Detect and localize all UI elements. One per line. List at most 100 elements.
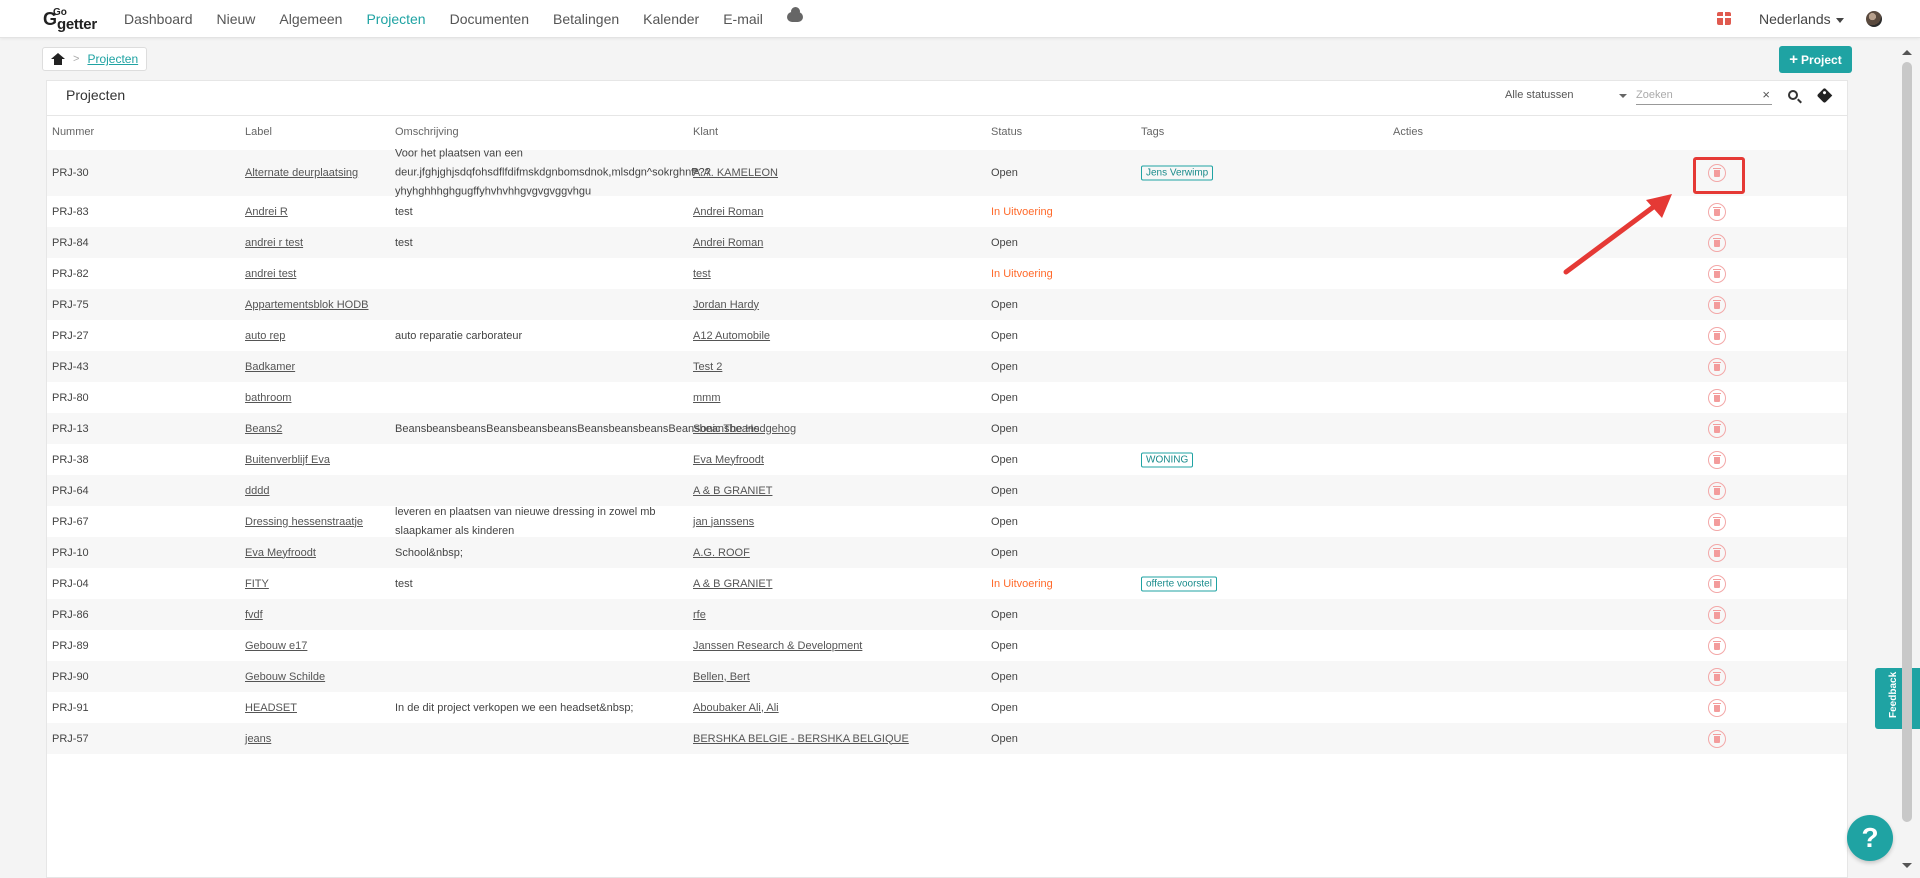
help-button[interactable]: ?	[1847, 815, 1893, 861]
table-row[interactable]: PRJ-86 fvdf rfe Open	[47, 599, 1847, 630]
trash-icon[interactable]	[1708, 512, 1726, 531]
search-field[interactable]: ×	[1636, 85, 1772, 105]
scroll-up-arrow[interactable]	[1902, 50, 1912, 55]
breadcrumb-projecten-link[interactable]: Projecten	[87, 52, 138, 66]
project-label-link[interactable]: bathroom	[245, 392, 291, 404]
column-header-omschrijving[interactable]: Omschrijving	[395, 126, 459, 138]
tag-badge[interactable]: offerte voorstel	[1141, 576, 1217, 591]
tag-badge[interactable]: Jens Verwimp	[1141, 165, 1214, 181]
client-link[interactable]: A.G. ROOF	[693, 547, 750, 559]
project-label-link[interactable]: andrei test	[245, 268, 296, 280]
trash-icon[interactable]	[1708, 326, 1726, 345]
client-link[interactable]: Andrei Roman	[693, 206, 763, 218]
client-link[interactable]: jan janssens	[693, 516, 754, 528]
status-filter-select[interactable]: Alle statussen	[1505, 89, 1627, 101]
gift-icon[interactable]	[1717, 12, 1731, 25]
nav-projecten[interactable]: Projecten	[366, 11, 425, 27]
nav-e-mail[interactable]: E-mail	[723, 11, 763, 27]
table-row[interactable]: PRJ-57 jeans BERSHKA BELGIE - BERSHKA BELG…	[47, 723, 1847, 754]
table-row[interactable]: PRJ-67 Dressing hessenstraatje leveren en …	[47, 506, 1847, 537]
trash-icon[interactable]	[1708, 357, 1726, 376]
project-label-link[interactable]: Badkamer	[245, 361, 295, 373]
trash-icon[interactable]	[1708, 667, 1726, 686]
project-label-link[interactable]: Appartementsblok HODB	[245, 299, 369, 311]
trash-icon[interactable]	[1708, 543, 1726, 562]
trash-icon[interactable]	[1708, 419, 1726, 438]
nav-nieuw[interactable]: Nieuw	[217, 11, 256, 27]
table-row[interactable]: PRJ-75 Appartementsblok HODB Jordan Hardy O…	[47, 289, 1847, 320]
client-link[interactable]: mmm	[693, 392, 721, 404]
search-input[interactable]	[1636, 86, 1746, 101]
column-header-klant[interactable]: Klant	[693, 126, 718, 138]
trash-icon[interactable]	[1708, 450, 1726, 469]
column-header-acties[interactable]: Acties	[1393, 126, 1423, 138]
client-link[interactable]: A & B GRANIET	[693, 578, 772, 590]
cloud-icon[interactable]	[786, 7, 803, 22]
project-label-link[interactable]: andrei r test	[245, 237, 303, 249]
project-tag[interactable]: WONING	[1141, 452, 1194, 467]
column-header-status[interactable]: Status	[991, 126, 1022, 138]
trash-icon[interactable]	[1708, 729, 1726, 748]
project-label-link[interactable]: dddd	[245, 485, 269, 497]
client-link[interactable]: Janssen Research & Development	[693, 640, 862, 652]
trash-icon[interactable]	[1708, 295, 1726, 314]
trash-icon[interactable]	[1708, 698, 1726, 717]
table-row[interactable]: PRJ-27 auto rep auto reparatie carborateur…	[47, 320, 1847, 351]
client-link[interactable]: A & B GRANIET	[693, 485, 772, 497]
project-label-link[interactable]: Buitenverblijf Eva	[245, 454, 330, 466]
tag-badge[interactable]: WONING	[1141, 452, 1194, 467]
table-row[interactable]: PRJ-10 Eva Meyfroodt School&nbsp; A.G. ROOF…	[47, 537, 1847, 568]
project-label-link[interactable]: FITY	[245, 578, 269, 590]
table-row[interactable]: PRJ-64 dddd A & B GRANIET Open	[47, 475, 1847, 506]
nav-algemeen[interactable]: Algemeen	[279, 11, 342, 27]
client-link[interactable]: Aboubaker Ali, Ali	[693, 702, 779, 714]
trash-icon[interactable]	[1708, 481, 1726, 500]
client-link[interactable]: Bellen, Bert	[693, 671, 750, 683]
trash-icon[interactable]	[1708, 388, 1726, 407]
table-row[interactable]: PRJ-38 Buitenverblijf Eva Eva Meyfroodt Ope…	[47, 444, 1847, 475]
project-label-link[interactable]: fvdf	[245, 609, 263, 621]
scrollbar-thumb[interactable]	[1902, 62, 1912, 822]
trash-icon[interactable]	[1708, 636, 1726, 655]
client-link[interactable]: Eva Meyfroodt	[693, 454, 764, 466]
project-label-link[interactable]: Alternate deurplaatsing	[245, 167, 358, 179]
project-label-link[interactable]: Dressing hessenstraatje	[245, 516, 363, 528]
home-icon[interactable]	[51, 53, 65, 65]
client-link[interactable]: test	[693, 268, 711, 280]
project-label-link[interactable]: HEADSET	[245, 702, 297, 714]
nav-documenten[interactable]: Documenten	[450, 11, 529, 27]
table-row[interactable]: PRJ-90 Gebouw Schilde Bellen, Bert Open	[47, 661, 1847, 692]
client-link[interactable]: A12 Automobile	[693, 330, 770, 342]
search-icon[interactable]	[1788, 90, 1798, 100]
project-label-link[interactable]: Beans2	[245, 423, 282, 435]
trash-icon[interactable]	[1708, 202, 1726, 221]
nav-dashboard[interactable]: Dashboard	[124, 11, 193, 27]
trash-icon[interactable]	[1708, 233, 1726, 252]
table-row[interactable]: PRJ-43 Badkamer Test 2 Open	[47, 351, 1847, 382]
gogetter-logo[interactable]: G Go getter	[43, 7, 101, 33]
client-link[interactable]: Sonic The Hedgehog	[693, 423, 796, 435]
client-link[interactable]: Test 2	[693, 361, 722, 373]
client-link[interactable]: BERSHKA BELGIE - BERSHKA BELGIQUE	[693, 733, 909, 745]
client-link[interactable]: Jordan Hardy	[693, 299, 759, 311]
client-link[interactable]: Andrei Roman	[693, 237, 763, 249]
scroll-down-arrow[interactable]	[1902, 863, 1912, 868]
client-link[interactable]: A.A. KAMELEON	[693, 167, 778, 179]
column-header-tags[interactable]: Tags	[1141, 126, 1164, 138]
table-row[interactable]: PRJ-80 bathroom mmm Open	[47, 382, 1847, 413]
trash-icon[interactable]	[1708, 574, 1726, 593]
avatar[interactable]	[1866, 11, 1882, 27]
nav-kalender[interactable]: Kalender	[643, 11, 699, 27]
close-icon[interactable]: ×	[1762, 87, 1770, 102]
nav-betalingen[interactable]: Betalingen	[553, 11, 619, 27]
language-selector[interactable]: Nederlands	[1759, 11, 1844, 27]
trash-icon[interactable]	[1708, 264, 1726, 283]
project-label-link[interactable]: Gebouw e17	[245, 640, 307, 652]
tag-icon[interactable]	[1816, 87, 1833, 104]
feedback-tab[interactable]: Feedback	[1875, 668, 1920, 729]
table-row[interactable]: PRJ-04 FITY test A & B GRANIET In Uitvoering…	[47, 568, 1847, 599]
project-label-link[interactable]: Gebouw Schilde	[245, 671, 325, 683]
add-project-button[interactable]: + Project	[1779, 46, 1852, 73]
project-label-link[interactable]: Eva Meyfroodt	[245, 547, 316, 559]
table-row[interactable]: PRJ-89 Gebouw e17 Janssen Research & Devel…	[47, 630, 1847, 661]
